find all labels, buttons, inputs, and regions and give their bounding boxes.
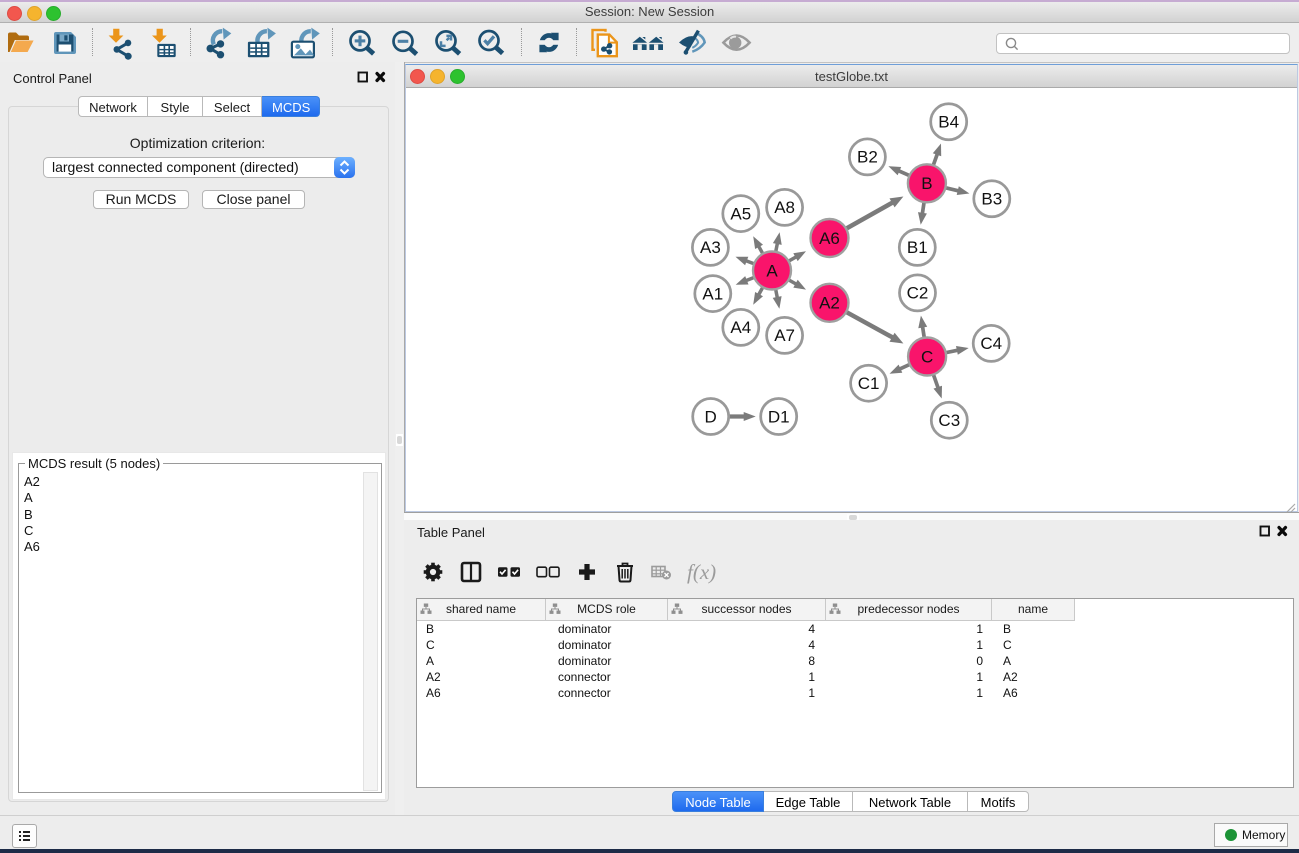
svg-text:B3: B3 (981, 190, 1002, 209)
svg-text:A2: A2 (819, 294, 840, 313)
svg-text:C3: C3 (938, 411, 960, 430)
svg-text:A8: A8 (774, 198, 795, 217)
svg-text:A7: A7 (774, 326, 795, 345)
svg-text:f(x): f(x) (687, 560, 716, 584)
svg-text:A3: A3 (700, 238, 721, 257)
svg-text:D1: D1 (768, 407, 790, 426)
svg-text:C2: C2 (907, 284, 929, 303)
svg-text:B2: B2 (857, 148, 878, 167)
svg-text:A4: A4 (730, 318, 751, 337)
svg-text:A: A (766, 261, 778, 280)
svg-text:C: C (921, 347, 933, 366)
svg-text:A6: A6 (819, 229, 840, 248)
svg-text:B4: B4 (938, 113, 959, 132)
svg-text:A5: A5 (730, 204, 751, 223)
svg-text:C1: C1 (858, 374, 880, 393)
svg-text:B: B (921, 174, 932, 193)
svg-text:C4: C4 (980, 334, 1002, 353)
svg-text:D: D (705, 407, 717, 426)
svg-text:B1: B1 (907, 238, 928, 257)
svg-text:A1: A1 (702, 284, 723, 303)
